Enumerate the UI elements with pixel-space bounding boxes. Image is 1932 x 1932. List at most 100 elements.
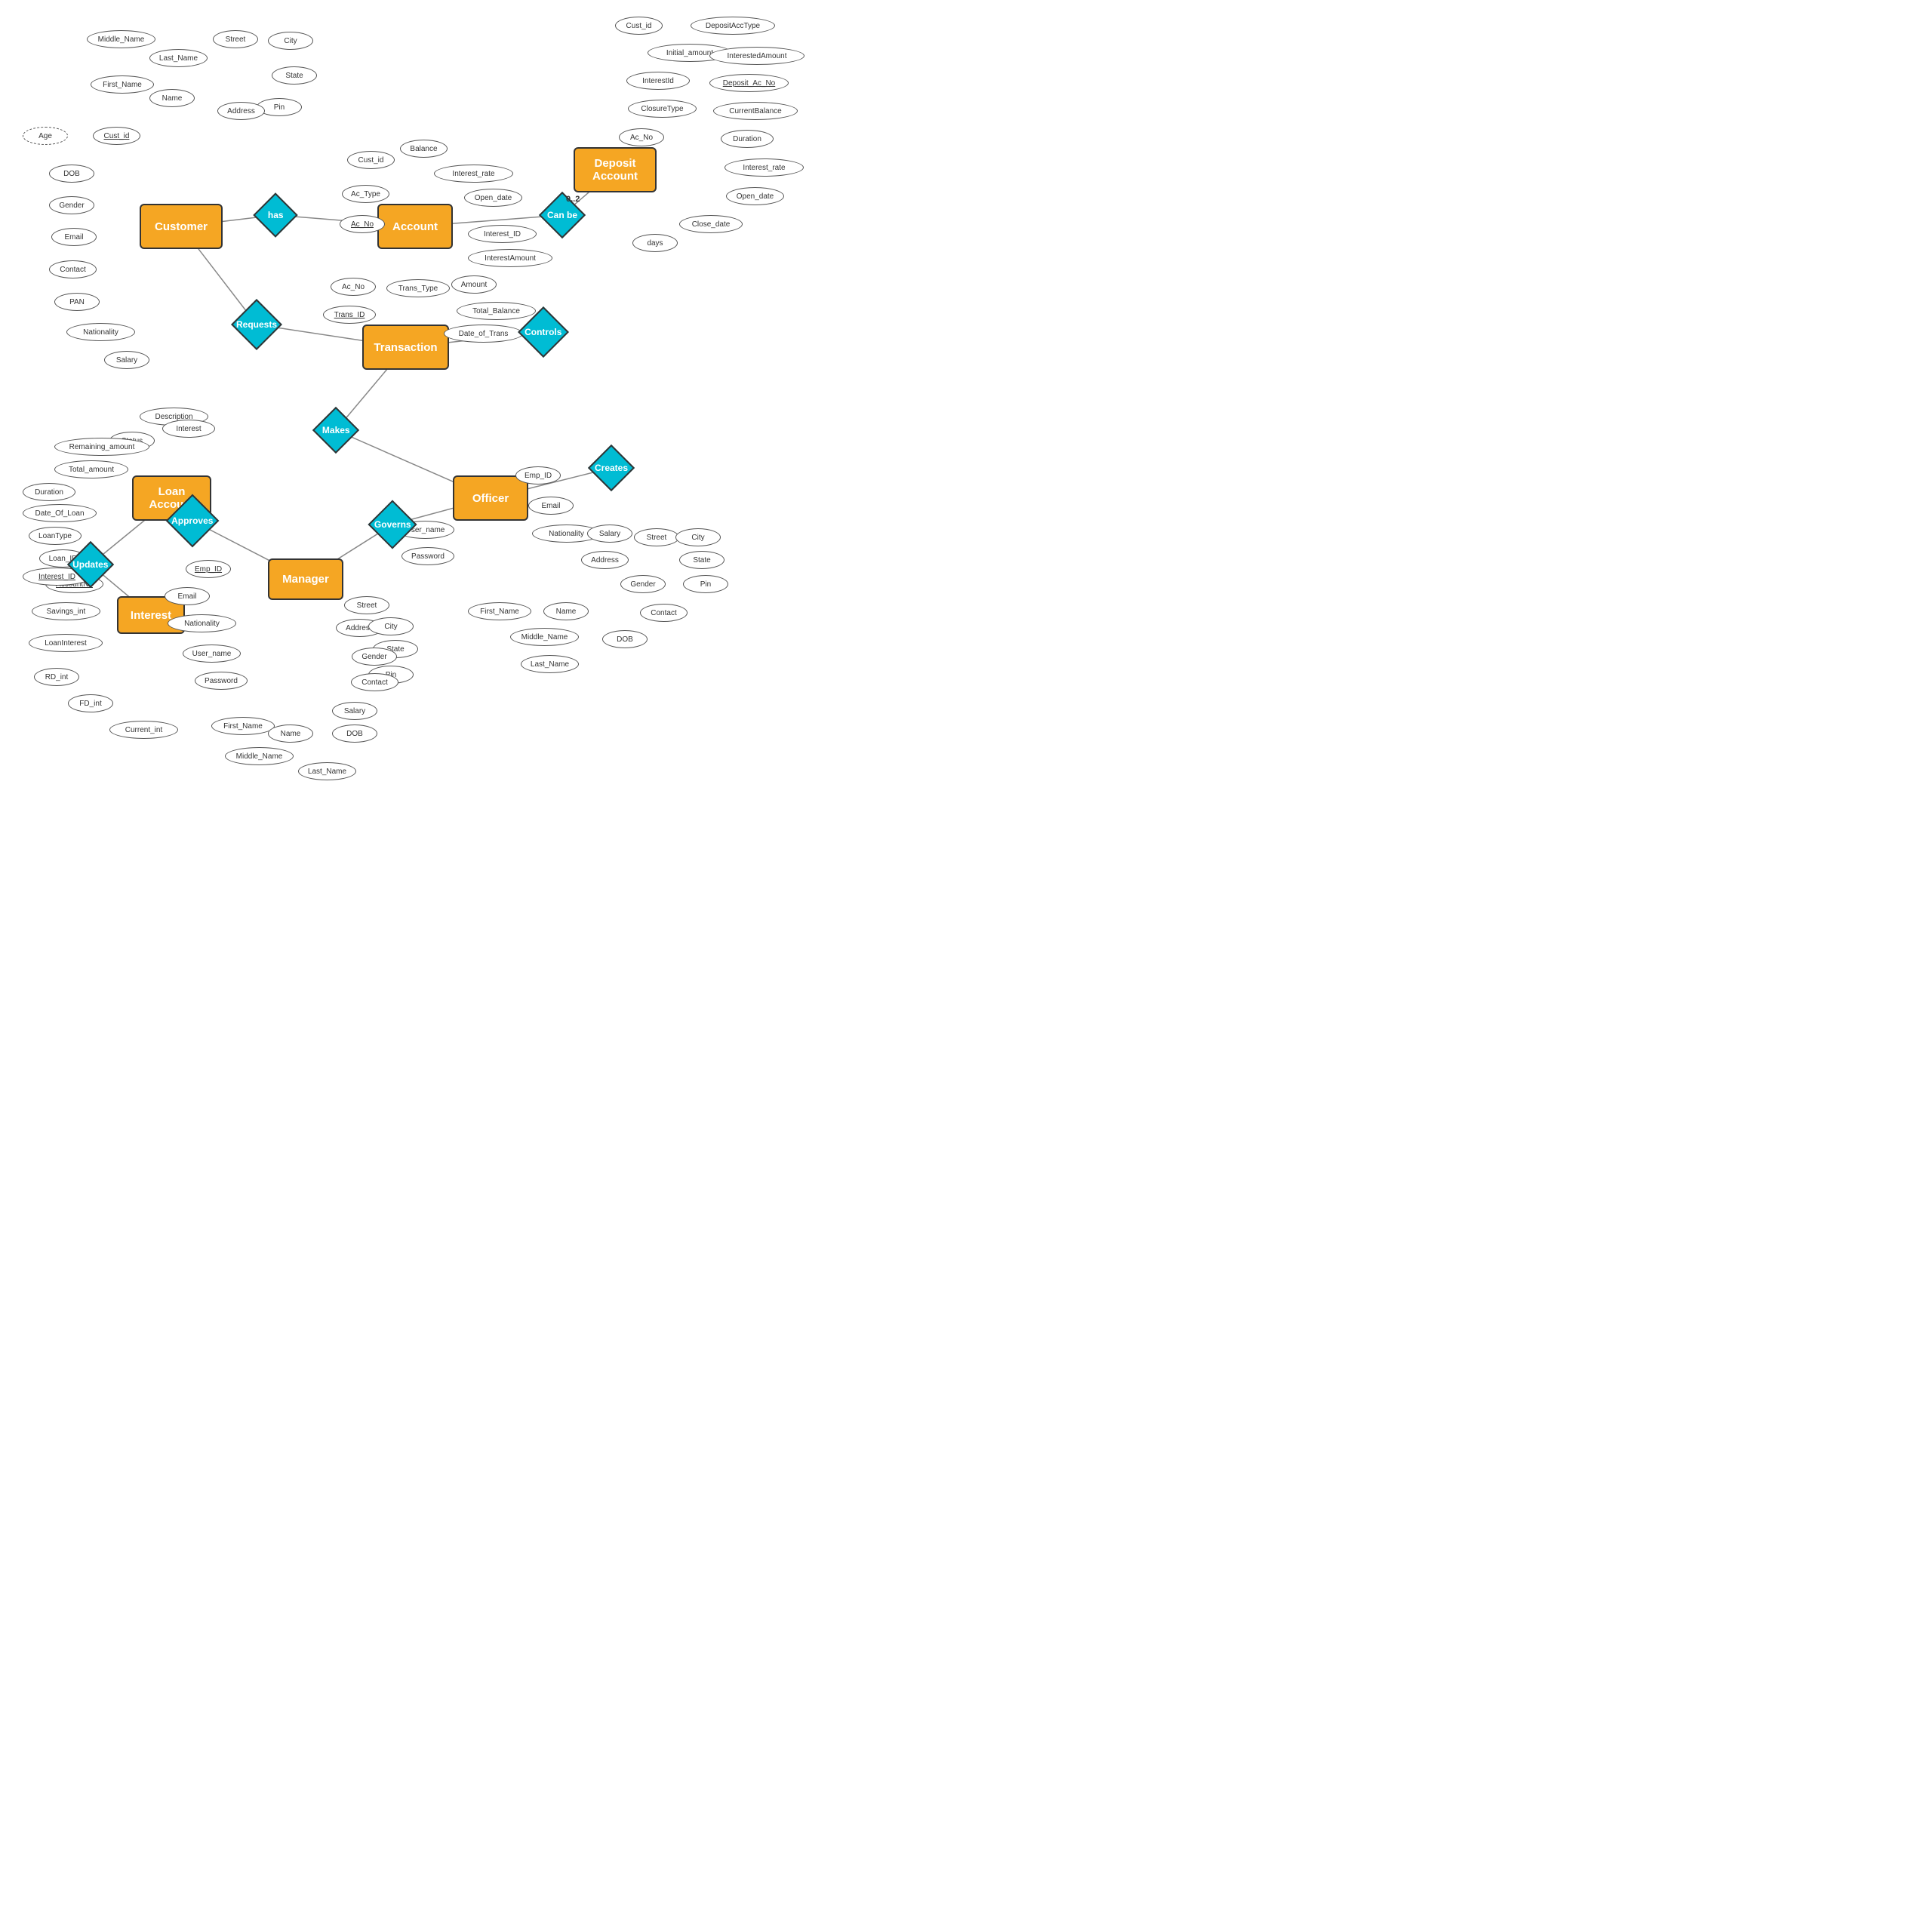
- attribute-trans-id: Trans_ID: [323, 306, 376, 324]
- entity-manager: Manager: [268, 558, 343, 600]
- attribute-state: State: [272, 66, 317, 85]
- attribute-email: Email: [51, 228, 97, 246]
- entity-deposit_account: Deposit Account: [574, 147, 657, 192]
- attribute-loantype: LoanType: [29, 527, 82, 545]
- attribute-password: Password: [401, 547, 454, 565]
- attribute-balance: Balance: [400, 140, 448, 158]
- attribute-interest: Interest: [162, 420, 215, 438]
- entity-account: Account: [377, 204, 453, 249]
- attribute-street: Street: [634, 528, 679, 546]
- attribute-duration: Duration: [721, 130, 774, 148]
- attribute-interest-id: Interest_ID: [468, 225, 537, 243]
- attribute-pin: Pin: [683, 575, 728, 593]
- attribute-close-date: Close_date: [679, 215, 743, 233]
- attribute-city: City: [268, 32, 313, 50]
- attribute-first-name: First_Name: [91, 75, 154, 94]
- attribute-contact: Contact: [640, 604, 688, 622]
- attribute-gender: Gender: [49, 196, 94, 214]
- attribute-interestamount: InterestAmount: [468, 249, 552, 267]
- attribute-interest-rate: Interest_rate: [434, 165, 513, 183]
- attribute-last-name: Last_Name: [149, 49, 208, 67]
- cardinality-label: 0..2: [566, 195, 580, 204]
- attribute-name: Name: [268, 724, 313, 743]
- attribute-nationality: Nationality: [168, 614, 236, 632]
- attribute-last-name: Last_Name: [298, 762, 356, 780]
- attribute-salary: Salary: [332, 702, 377, 720]
- attribute-emp-id: Emp_ID: [186, 560, 231, 578]
- attribute-contact: Contact: [351, 673, 398, 691]
- attribute-user-name: User_name: [183, 645, 241, 663]
- attribute-gender: Gender: [352, 648, 397, 666]
- attribute-ac-type: Ac_Type: [342, 185, 389, 203]
- attribute-interest-rate: Interest_rate: [724, 158, 804, 177]
- attribute-address: Address: [581, 551, 629, 569]
- relationship-makes: Makes: [312, 407, 359, 454]
- attribute-deposit-ac-no: Deposit_Ac_No: [709, 74, 789, 92]
- attribute-name: Name: [543, 602, 589, 620]
- attribute-total-amount: Total_amount: [54, 460, 128, 478]
- diagram-container: Customer Account Deposit Account Transactio…: [0, 0, 815, 815]
- attribute-city: City: [675, 528, 721, 546]
- attribute-middle-name: Middle_Name: [225, 747, 294, 765]
- attribute-dob: DOB: [602, 630, 648, 648]
- attribute-email: Email: [528, 497, 574, 515]
- attribute-pan: PAN: [54, 293, 100, 311]
- attribute-interestid: InterestId: [626, 72, 690, 90]
- attribute-last-name: Last_Name: [521, 655, 579, 673]
- attribute-age: Age: [23, 127, 68, 145]
- attribute-middle-name: Middle_Name: [87, 30, 155, 48]
- attribute-ac-no: Ac_No: [340, 215, 385, 233]
- attribute-first-name: First_Name: [468, 602, 531, 620]
- entity-customer: Customer: [140, 204, 223, 249]
- attribute-cust-id: Cust_id: [615, 17, 663, 35]
- attribute-depositacctype: DepositAccType: [691, 17, 775, 35]
- attribute-date-of-loan: Date_Of_Loan: [23, 504, 97, 522]
- attribute-street: Street: [213, 30, 258, 48]
- attribute-city: City: [368, 617, 414, 635]
- attribute-total-balance: Total_Balance: [457, 302, 536, 320]
- attribute-fd-int: FD_int: [68, 694, 113, 712]
- attribute-loaninterest: LoanInterest: [29, 634, 103, 652]
- attribute-currentbalance: CurrentBalance: [713, 102, 798, 120]
- attribute-middle-name: Middle_Name: [510, 628, 579, 646]
- attribute-ac-no: Ac_No: [331, 278, 376, 296]
- relationship-requests: Requests: [231, 299, 282, 350]
- attribute-days: days: [632, 234, 678, 252]
- attribute-current-int: Current_int: [109, 721, 178, 739]
- relationship-has: has: [253, 192, 297, 237]
- attribute-date-of-trans: Date_of_Trans: [444, 325, 523, 343]
- attribute-password: Password: [195, 672, 248, 690]
- attribute-rd-int: RD_int: [34, 668, 79, 686]
- attribute-closuretype: ClosureType: [628, 100, 697, 118]
- attribute-name: Name: [149, 89, 195, 107]
- attribute-dob: DOB: [49, 165, 94, 183]
- attribute-duration: Duration: [23, 483, 75, 501]
- attribute-address: Address: [217, 102, 265, 120]
- attribute-savings-int: Savings_int: [32, 602, 100, 620]
- attribute-salary: Salary: [587, 525, 632, 543]
- attribute-state: State: [679, 551, 724, 569]
- attribute-ac-no: Ac_No: [619, 128, 664, 146]
- attribute-email: Email: [165, 587, 210, 605]
- attribute-dob: DOB: [332, 724, 377, 743]
- entity-officer: Officer: [453, 475, 528, 521]
- attribute-interestedamount: InterestedAmount: [709, 47, 804, 65]
- connections-svg: [0, 0, 815, 815]
- attribute-emp-id: Emp_ID: [515, 466, 561, 485]
- relationship-creates: Creates: [588, 445, 635, 491]
- attribute-nationality: Nationality: [66, 323, 135, 341]
- attribute-open-date: Open_date: [464, 189, 522, 207]
- attribute-trans-type: Trans_Type: [386, 279, 450, 297]
- attribute-amount: Amount: [451, 275, 497, 294]
- attribute-open-date: Open_date: [726, 187, 784, 205]
- attribute-contact: Contact: [49, 260, 97, 278]
- attribute-salary: Salary: [104, 351, 149, 369]
- attribute-gender: Gender: [620, 575, 666, 593]
- attribute-remaining-amount: Remaining_amount: [54, 438, 149, 456]
- attribute-first-name: First_Name: [211, 717, 275, 735]
- attribute-street: Street: [344, 596, 389, 614]
- attribute-cust-id: Cust_id: [93, 127, 140, 145]
- entity-transaction: Transaction: [362, 325, 449, 370]
- attribute-cust-id: Cust_id: [347, 151, 395, 169]
- relationship-governs: Governs: [368, 500, 417, 549]
